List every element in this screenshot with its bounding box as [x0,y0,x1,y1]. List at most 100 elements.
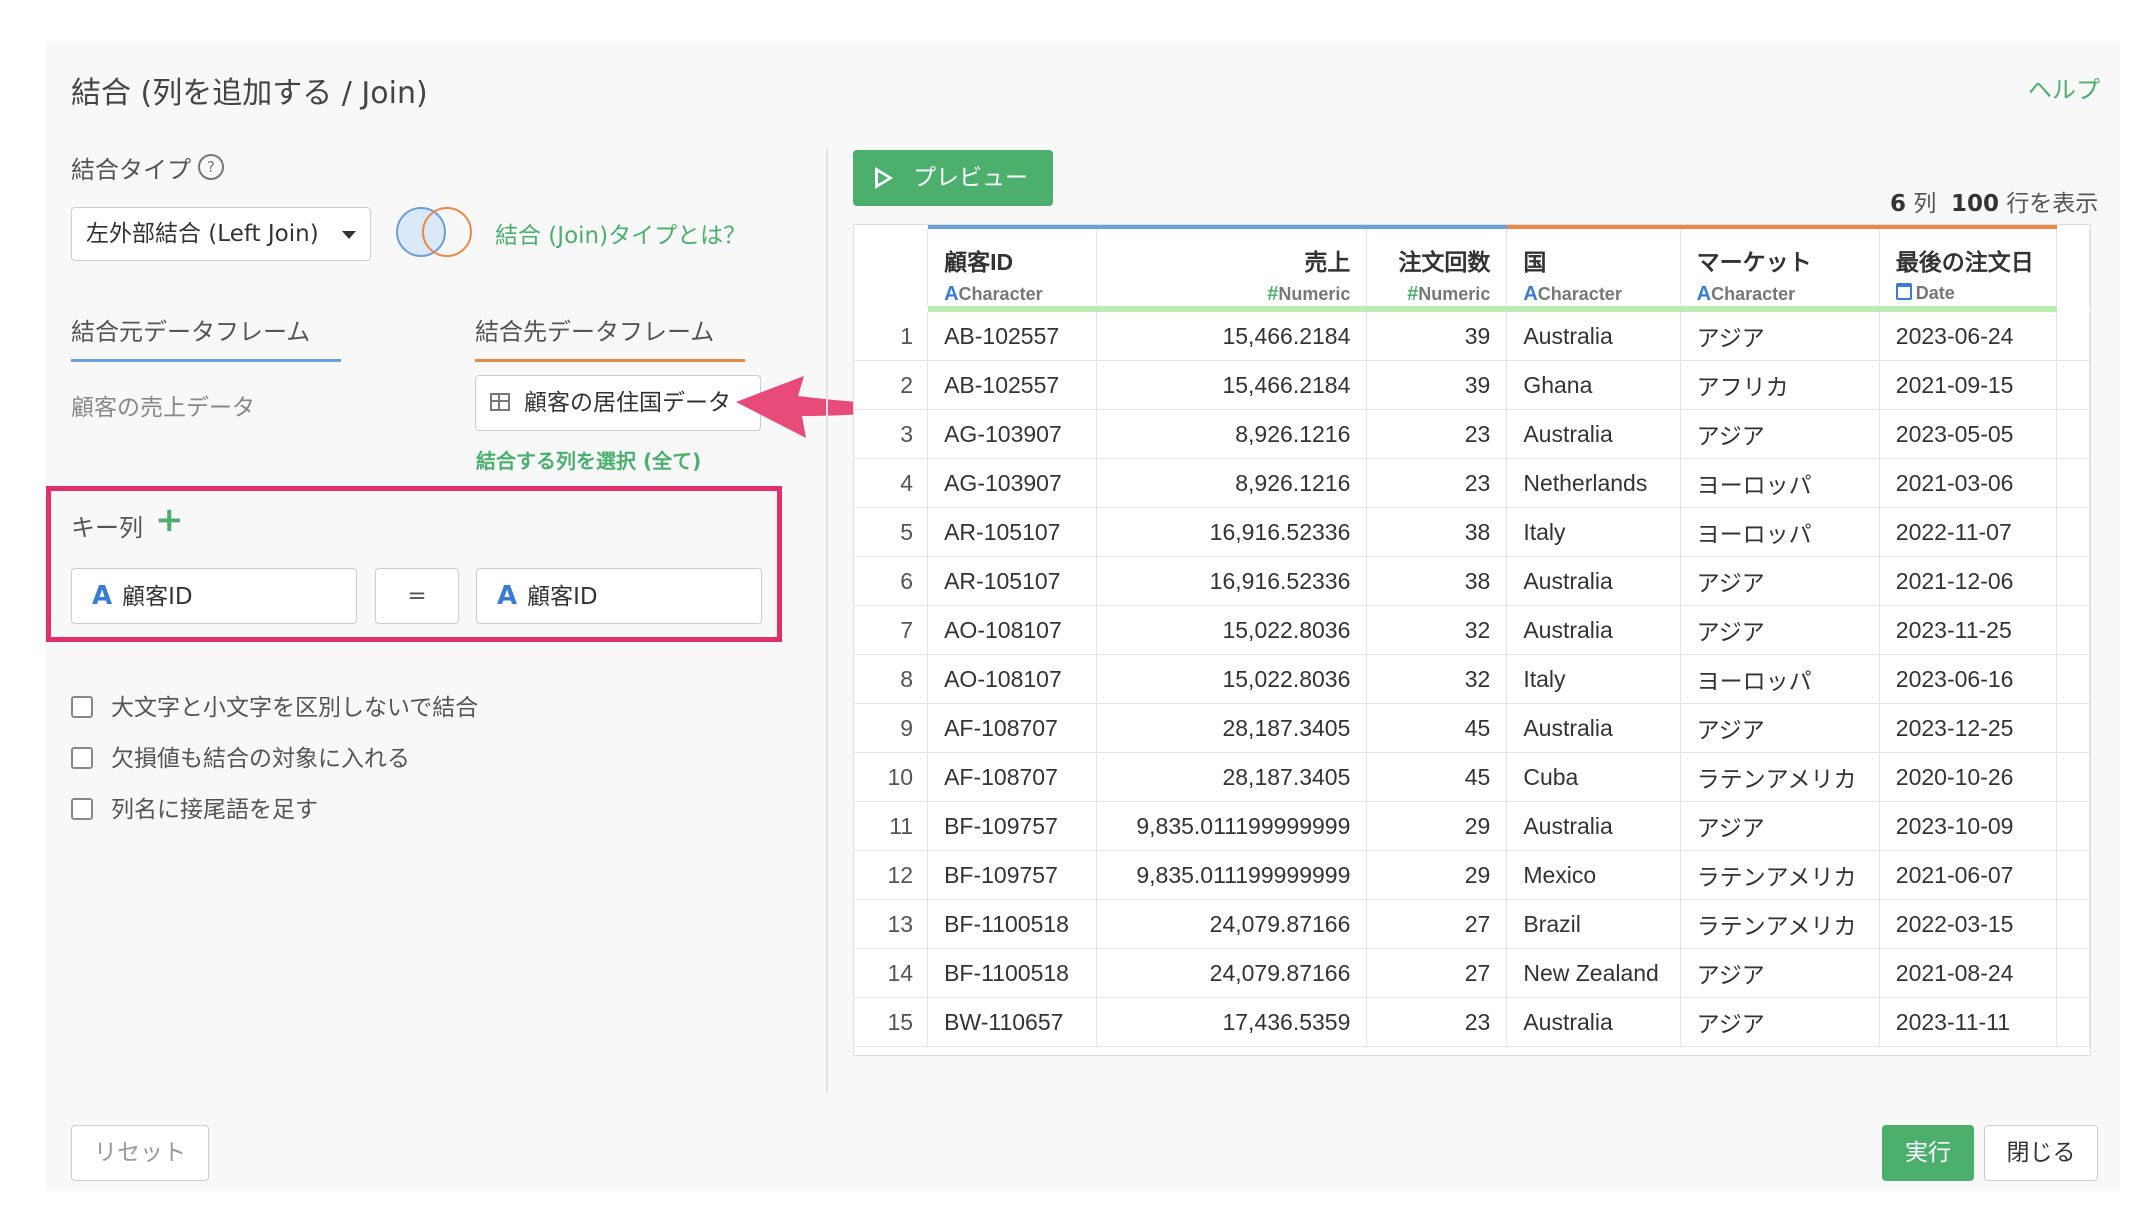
source-dataframe-name: 顧客の売上データ [71,395,255,421]
tab-target-dataframe[interactable]: 結合先データフレーム [475,312,745,362]
table-cell: 38 [1366,556,1508,606]
table-row[interactable]: 11 BF-109757 9,835.011199999999 29 Australia… [854,801,2090,851]
table-row[interactable]: 4 AG-103907 8,926.1216 23 Netherlands ヨーロッパ 20… [854,458,2090,508]
table-cell: 2023-06-16 [1879,654,2057,704]
table-filler [2056,997,2090,1047]
close-button[interactable]: 閉じる [1984,1125,2098,1181]
row-number: 4 [854,458,929,508]
table-cell: 8,926.1216 [1096,409,1368,459]
table-filler [2056,360,2090,410]
table-row[interactable]: 9 AF-108707 28,187.3405 45 Australia アジア 2023-… [854,703,2090,753]
table-cell: 16,916.52336 [1096,507,1368,557]
table-row[interactable]: 2 AB-102557 15,466.2184 39 Ghana アフリカ 2021-09-… [854,360,2090,410]
table-cell: 45 [1366,752,1508,802]
numeric-type-icon: # [1407,283,1419,305]
column-header[interactable]: マーケット ACharacter [1680,225,1880,312]
target-dataframe-select[interactable]: 顧客の居住国データ [475,375,761,431]
table-cell: アフリカ [1680,360,1880,410]
join-type-selected: 左外部結合 (Left Join) [86,221,319,247]
table-row[interactable]: 15 BW-110657 17,436.5359 23 Australia アジア 2023… [854,997,2090,1047]
table-cell: アジア [1680,948,1880,998]
table-cell: AO-108107 [927,654,1097,704]
row-number: 12 [854,850,929,900]
left-key-value: 顧客ID [122,584,193,610]
table-cell: 15,022.8036 [1096,605,1368,655]
option-case-insensitive[interactable]: 大文字と小文字を区別しないで結合 [71,688,478,722]
table-cell: Cuba [1506,752,1681,802]
preview-button[interactable]: プレビュー [853,150,1053,206]
table-cell: 23 [1366,997,1508,1047]
table-row[interactable]: 12 BF-109757 9,835.011199999999 29 Mexico ラテン… [854,850,2090,900]
table-row[interactable]: 14 BF-1100518 24,079.87166 27 New Zealand アジア… [854,948,2090,998]
column-header[interactable]: 売上 #Numeric [1096,225,1368,312]
column-header[interactable]: 最後の注文日 Date [1879,225,2057,312]
table-row[interactable]: 6 AR-105107 16,916.52336 38 Australia アジア 2021… [854,556,2090,606]
column-header[interactable]: 注文回数 #Numeric [1366,225,1508,312]
key-operator[interactable]: = [375,568,459,624]
table-cell: AR-105107 [927,507,1097,557]
table-cell: 2022-11-07 [1879,507,2057,557]
run-button[interactable]: 実行 [1882,1125,1974,1181]
table-cell: Australia [1506,997,1681,1047]
table-row[interactable]: 5 AR-105107 16,916.52336 38 Italy ヨーロッパ 2022-1… [854,507,2090,557]
table-cell: 38 [1366,507,1508,557]
add-key-icon[interactable]: + [155,500,184,540]
reset-button[interactable]: リセット [71,1125,209,1181]
table-cell: Ghana [1506,360,1681,410]
table-cell: 2023-11-11 [1879,997,2057,1047]
table-cell: 2023-12-25 [1879,703,2057,753]
table-cell: アジア [1680,801,1880,851]
table-cell: 45 [1366,703,1508,753]
table-filler [2056,605,2090,655]
table-row[interactable]: 13 BF-1100518 24,079.87166 27 Brazil ラテンアメリカ 2… [854,899,2090,949]
option-add-suffix[interactable]: 列名に接尾語を足す [71,790,318,824]
right-key-select[interactable]: A 顧客ID [476,568,762,624]
table-row[interactable]: 1 AB-102557 15,466.2184 39 Australia アジア 2023-… [854,309,2090,361]
join-type-select[interactable]: 左外部結合 (Left Join) [71,207,371,261]
table-cell: Australia [1506,409,1681,459]
table-row[interactable]: 10 AF-108707 28,187.3405 45 Cuba ラテンアメリカ 2020-… [854,752,2090,802]
table-icon [490,393,510,411]
join-type-help-link[interactable]: 結合 (Join)タイプとは？ [495,216,746,250]
table-cell: AB-102557 [927,360,1097,410]
table-cell: BF-1100518 [927,899,1097,949]
table-cell: AO-108107 [927,605,1097,655]
row-number: 10 [854,752,929,802]
table-cell: 32 [1366,605,1508,655]
character-type-icon: A [944,283,959,305]
option-include-missing[interactable]: 欠損値も結合の対象に入れる [71,739,410,773]
table-cell: アジア [1680,556,1880,606]
table-cell: BF-109757 [927,801,1097,851]
select-columns-link[interactable]: 結合する列を選択 (全て) [476,445,701,474]
target-dataframe-name: 顧客の居住国データ [524,390,731,416]
table-cell: Italy [1506,507,1681,557]
help-link[interactable]: ヘルプ [2028,70,2100,105]
table-cell: 23 [1366,409,1508,459]
checkbox[interactable] [71,696,93,718]
table-cell: 2022-03-15 [1879,899,2057,949]
row-number: 15 [854,997,929,1047]
join-type-label: 結合タイプ [71,156,191,184]
row-number: 2 [854,360,929,410]
column-header[interactable]: 国 ACharacter [1506,225,1681,312]
table-cell: 8,926.1216 [1096,458,1368,508]
left-key-select[interactable]: A 顧客ID [71,568,357,624]
table-filler [2056,752,2090,802]
row-number: 7 [854,605,929,655]
question-icon[interactable]: ? [198,154,224,180]
preview-table[interactable]: 顧客ID ACharacter 売上 #Numeric 注文回数 #Numeric 国 ACh… [853,224,2091,1056]
column-header[interactable]: 顧客ID ACharacter [927,225,1097,312]
dialog-title: 結合 (列を追加する / Join) [71,76,428,111]
table-filler [2056,507,2090,557]
table-cell: 15,022.8036 [1096,654,1368,704]
checkbox[interactable] [71,798,93,820]
checkbox[interactable] [71,747,93,769]
table-cell: アジア [1680,409,1880,459]
table-cell: 32 [1366,654,1508,704]
table-cell: アジア [1680,605,1880,655]
table-cell: Mexico [1506,850,1681,900]
table-row[interactable]: 7 AO-108107 15,022.8036 32 Australia アジア 2023-… [854,605,2090,655]
table-row[interactable]: 8 AO-108107 15,022.8036 32 Italy ヨーロッパ 2023-06… [854,654,2090,704]
table-row[interactable]: 3 AG-103907 8,926.1216 23 Australia アジア 2023-0… [854,409,2090,459]
tab-source-dataframe[interactable]: 結合元データフレーム [71,312,341,362]
